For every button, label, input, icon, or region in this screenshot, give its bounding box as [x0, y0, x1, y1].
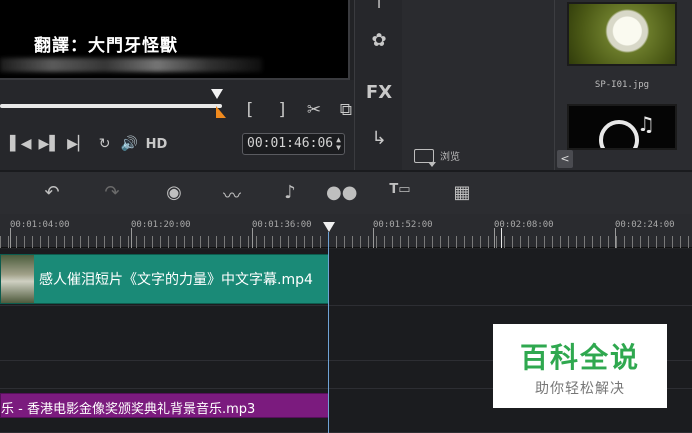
timeline-ruler[interactable]: 00:01:04:00 00:01:20:00 00:01:36:00 00:0… [0, 214, 692, 248]
title-icon[interactable]: T▭ [386, 182, 414, 197]
tick-label: 00:01:20:00 [131, 220, 191, 230]
marker-line [501, 228, 502, 248]
video-clip-label: 感人催泪短片《文字的力量》中文字幕.mp4 [39, 272, 313, 288]
thumbnail-music[interactable]: ♫ [567, 104, 677, 150]
scrub-bar[interactable] [0, 104, 222, 108]
scrub-handle[interactable] [211, 89, 223, 99]
media-thumbnails: SP-I01.jpg ♫ < [554, 0, 692, 170]
major-tick [10, 228, 11, 248]
playhead-line[interactable] [328, 232, 329, 433]
music-note-icon: ♫ [637, 112, 655, 136]
playhead-handle[interactable] [323, 222, 335, 232]
timecode-field[interactable]: 00:01:46:06 ▲ ▼ [242, 133, 345, 155]
step-back-button[interactable]: ▌◀ [10, 136, 32, 152]
browse-icon [414, 148, 436, 167]
redo-icon[interactable]: ↷ [98, 182, 126, 203]
volume-button[interactable]: 🔊 [121, 136, 139, 152]
tick-marks [0, 236, 692, 248]
tick-label: 00:01:52:00 [373, 220, 433, 230]
undo-icon[interactable]: ↶ [38, 182, 66, 203]
scroll-left-button[interactable]: < [557, 150, 573, 168]
graphics-tool-icon[interactable]: ✿ [355, 30, 403, 51]
copy-button[interactable]: ⧉ [336, 100, 356, 120]
timecode-stepper-icon[interactable]: ▲ ▼ [336, 136, 341, 152]
audio-mix-icon[interactable]: 〰 [218, 182, 246, 208]
watermark-title: 百科全说 [519, 341, 640, 374]
thumbnail-label: SP-I01.jpg [594, 80, 650, 90]
major-tick [131, 228, 132, 248]
preview-blurred-text [0, 58, 262, 72]
motion-track-icon[interactable]: ●● [326, 182, 357, 203]
browse-label: 浏览 [440, 152, 460, 163]
mark-out-button[interactable]: ] [272, 100, 292, 120]
disc-icon [599, 120, 639, 148]
tool-strip: T ✿ FX ↳ [354, 0, 402, 170]
major-tick [252, 228, 253, 248]
tick-label: 00:02:08:00 [494, 220, 554, 230]
tick-label: 00:02:24:00 [615, 220, 675, 230]
timecode-value: 00:01:46:06 [247, 136, 334, 151]
tick-label: 00:01:36:00 [252, 220, 312, 230]
mark-in-button[interactable]: [ [240, 100, 260, 120]
library-panel: 浏览 [402, 0, 554, 170]
video-clip[interactable]: 感人催泪短片《文字的力量》中文字幕.mp4 [0, 254, 329, 304]
audio-clip-label: 乐 - 香港电影金像奖颁奖典礼背景音乐.mp3 [1, 402, 256, 417]
step-forward-button[interactable]: ▶▌ [39, 136, 61, 152]
timeline-toolbar: ↶ ↷ ◉ 〰 ♪ ●● T▭ ▦ [0, 170, 692, 214]
watermark-logo: 百科全说 助你轻松解决 [493, 324, 667, 408]
player-controls: [ ] ✂ ⧉ ▌◀ ▶▌ ▶▏ ↻ 🔊 HD 00:01:46:06 ▲ ▼ [0, 80, 354, 170]
next-button[interactable]: ▶▏ [67, 136, 89, 152]
multicam-icon[interactable]: ▦ [448, 182, 476, 203]
major-tick [615, 228, 616, 248]
watermark-subtitle: 助你轻松解决 [535, 381, 625, 397]
browse-button[interactable]: 浏览 [414, 148, 460, 167]
fx-tool-icon[interactable]: FX [355, 82, 403, 103]
transition-tool-icon[interactable]: ↳ [355, 128, 403, 149]
major-tick [373, 228, 374, 248]
record-icon[interactable]: ◉ [160, 182, 188, 203]
preview-subtitle: 翻譯：大門牙怪獸 [34, 36, 178, 56]
hd-button[interactable]: HD [146, 137, 168, 152]
audio-clip[interactable]: 乐 - 香港电影金像奖颁奖典礼背景音乐.mp3 [0, 393, 329, 418]
text-tool-icon[interactable]: T [355, 0, 403, 12]
preview-window[interactable]: 翻譯：大門牙怪獸 [0, 0, 350, 80]
trim-marker[interactable] [216, 106, 226, 118]
auto-music-icon[interactable]: ♪ [276, 182, 304, 203]
tick-label: 00:01:04:00 [10, 220, 70, 230]
major-tick [494, 228, 495, 248]
video-editor-window: 翻譯：大門牙怪獸 [ ] ✂ ⧉ ▌◀ ▶▌ ▶▏ ↻ 🔊 HD 00:01:4… [0, 0, 692, 433]
split-clip-button[interactable]: ✂ [304, 100, 324, 120]
thumbnail-dandelion[interactable] [567, 2, 677, 66]
clip-thumbnail [1, 255, 34, 303]
repeat-button[interactable]: ↻ [96, 136, 114, 152]
